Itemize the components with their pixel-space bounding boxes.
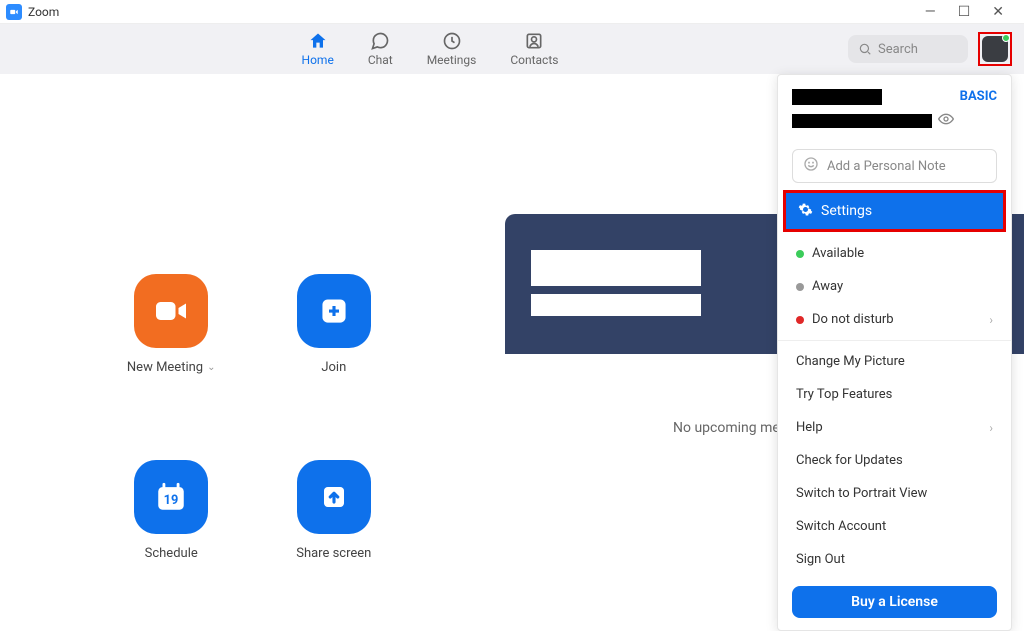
share-screen-label: Share screen	[296, 546, 371, 561]
profile-avatar-button[interactable]	[978, 32, 1012, 66]
chevron-right-icon: ›	[989, 313, 993, 327]
search-placeholder: Search	[878, 42, 918, 57]
maximize-button[interactable]: ☐	[958, 4, 971, 20]
window-titlebar: Zoom — ☐ ✕	[0, 0, 1024, 24]
new-meeting-label: New Meeting	[127, 360, 203, 375]
gear-icon	[798, 202, 813, 221]
chat-icon	[370, 31, 390, 51]
minimize-button[interactable]: —	[925, 4, 936, 20]
close-button[interactable]: ✕	[992, 4, 1004, 20]
tab-home-label: Home	[302, 53, 334, 67]
status-away-label: Away	[812, 279, 843, 294]
status-dot-green-icon	[796, 250, 804, 258]
switch-account-item[interactable]: Switch Account	[778, 510, 1011, 543]
tab-meetings[interactable]: Meetings	[427, 31, 477, 67]
smiley-icon	[803, 156, 819, 176]
settings-label: Settings	[821, 203, 872, 219]
contacts-icon	[524, 31, 544, 51]
svg-text:19: 19	[164, 493, 179, 508]
search-icon	[858, 42, 872, 56]
status-dot-gray-icon	[796, 283, 804, 291]
settings-menu-item[interactable]: Settings	[786, 193, 1003, 229]
portrait-view-item[interactable]: Switch to Portrait View	[778, 477, 1011, 510]
home-actions-panel: New Meeting ⌄ Join 19 Schedule	[0, 74, 505, 602]
zoom-app-icon	[6, 4, 22, 20]
join-label: Join	[321, 360, 346, 375]
join-button[interactable]: Join	[290, 274, 379, 416]
top-navbar: Home Chat Meetings Contacts Search	[0, 24, 1024, 74]
chevron-down-icon[interactable]: ⌄	[207, 362, 215, 373]
schedule-label: Schedule	[145, 546, 198, 561]
chevron-right-icon: ›	[989, 421, 993, 435]
calendar-icon: 19	[134, 460, 208, 534]
presence-indicator-icon	[1002, 34, 1010, 42]
share-screen-button[interactable]: Share screen	[290, 460, 379, 602]
status-away[interactable]: Away	[778, 270, 1011, 303]
avatar	[982, 36, 1008, 62]
share-icon	[297, 460, 371, 534]
window-title: Zoom	[28, 5, 59, 19]
status-dnd[interactable]: Do not disturb ›	[778, 303, 1011, 336]
tab-chat[interactable]: Chat	[368, 31, 393, 67]
profile-dropdown: BASIC Add a Personal Note Settings Avail…	[777, 74, 1012, 631]
tab-contacts-label: Contacts	[510, 53, 558, 67]
check-updates-item[interactable]: Check for Updates	[778, 444, 1011, 477]
eye-icon[interactable]	[938, 111, 954, 131]
clock-icon	[442, 31, 462, 51]
menu-divider	[778, 340, 1011, 341]
schedule-button[interactable]: 19 Schedule	[127, 460, 216, 602]
status-available-label: Available	[812, 246, 864, 261]
video-icon	[134, 274, 208, 348]
plan-badge: BASIC	[960, 89, 997, 104]
buy-license-button[interactable]: Buy a License	[792, 586, 997, 618]
personal-note-input[interactable]: Add a Personal Note	[792, 149, 997, 183]
try-features-item[interactable]: Try Top Features	[778, 378, 1011, 411]
tab-home[interactable]: Home	[302, 31, 334, 67]
profile-email-redacted	[792, 114, 932, 128]
status-dnd-label: Do not disturb	[812, 312, 894, 327]
sign-out-item[interactable]: Sign Out	[778, 543, 1011, 576]
tab-meetings-label: Meetings	[427, 53, 477, 67]
hero-time-redacted	[531, 250, 701, 286]
new-meeting-button[interactable]: New Meeting ⌄	[127, 274, 216, 416]
personal-note-placeholder: Add a Personal Note	[827, 159, 946, 174]
hero-date-redacted	[531, 294, 701, 316]
home-icon	[308, 31, 328, 51]
status-dot-red-icon	[796, 316, 804, 324]
plus-icon	[297, 274, 371, 348]
status-available[interactable]: Available	[778, 237, 1011, 270]
tab-chat-label: Chat	[368, 53, 393, 67]
change-picture-item[interactable]: Change My Picture	[778, 345, 1011, 378]
profile-name-redacted	[792, 89, 882, 105]
tab-contacts[interactable]: Contacts	[510, 31, 558, 67]
search-input[interactable]: Search	[848, 35, 968, 63]
help-item[interactable]: Help ›	[778, 411, 1011, 444]
